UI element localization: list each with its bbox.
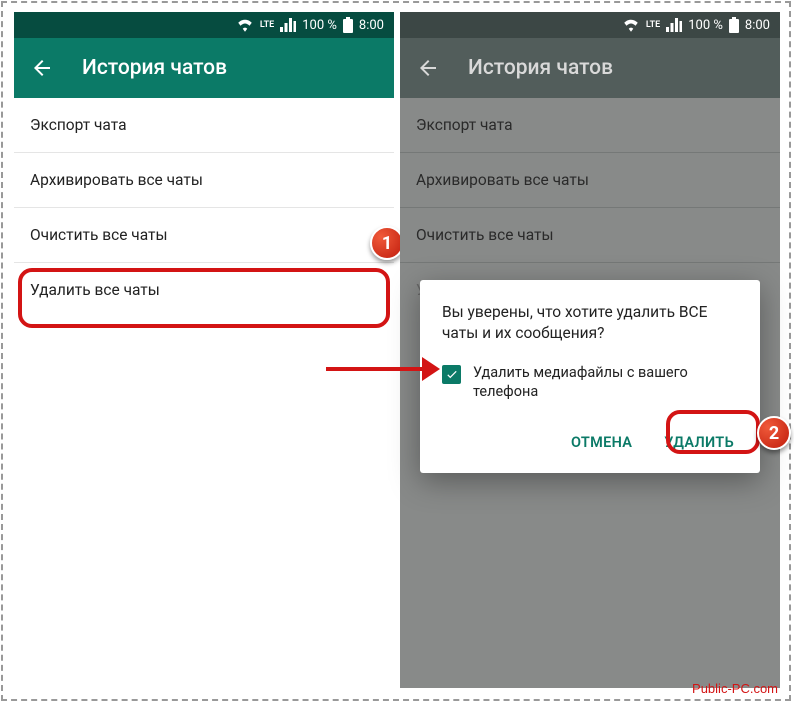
status-bar: LTE 100 % 8:00 (400, 12, 780, 38)
status-bar: LTE 100 % 8:00 (14, 12, 394, 38)
dialog-actions: ОТМЕНА УДАЛИТЬ (442, 420, 738, 465)
signal-icon (280, 18, 296, 32)
menu-clear-all[interactable]: Очистить все чаты (14, 208, 394, 263)
wifi-icon (622, 18, 640, 32)
page-title: История чатов (468, 56, 613, 80)
menu-archive-all: Архивировать все чаты (400, 153, 780, 208)
phone-screenshot-right: LTE 100 % 8:00 История чатов Экспорт чат… (400, 12, 780, 688)
tutorial-arrow (326, 357, 440, 381)
dialog-message: Вы уверены, что хотите удалить ВСЕ чаты … (442, 302, 738, 344)
lte-indicator: LTE (646, 20, 660, 30)
step-marker-2: 2 (757, 416, 791, 450)
delete-button[interactable]: УДАЛИТЬ (660, 426, 738, 459)
battery-icon (343, 17, 353, 33)
signal-icon (666, 18, 682, 32)
check-icon (445, 367, 459, 381)
step-marker-1: 1 (370, 226, 404, 260)
app-bar: История чатов (400, 38, 780, 98)
menu-delete-all[interactable]: Удалить все чаты (14, 263, 394, 317)
dialog-checkbox-row[interactable]: Удалить медиафайлы с вашего телефона (442, 364, 738, 402)
wifi-icon (236, 18, 254, 32)
back-arrow-icon[interactable] (416, 56, 440, 80)
battery-percent: 100 % (302, 18, 337, 33)
cancel-button[interactable]: ОТМЕНА (567, 426, 636, 459)
confirm-dialog: Вы уверены, что хотите удалить ВСЕ чаты … (420, 280, 760, 473)
back-arrow-icon[interactable] (30, 56, 54, 80)
checkbox-label: Удалить медиафайлы с вашего телефона (473, 364, 738, 402)
phone-screenshot-left: LTE 100 % 8:00 История чатов Экспорт чат… (14, 12, 394, 688)
lte-indicator: LTE (260, 20, 274, 30)
page-title: История чатов (82, 56, 227, 80)
clock: 8:00 (359, 18, 384, 33)
menu-export-chat: Экспорт чата (400, 98, 780, 153)
delete-media-checkbox[interactable] (442, 365, 461, 384)
menu-clear-all: Очистить все чаты (400, 208, 780, 263)
clock: 8:00 (745, 18, 770, 33)
menu-export-chat[interactable]: Экспорт чата (14, 98, 394, 153)
battery-icon (729, 17, 739, 33)
watermark: Public-PC.com (692, 681, 778, 696)
menu-archive-all[interactable]: Архивировать все чаты (14, 153, 394, 208)
battery-percent: 100 % (688, 18, 723, 33)
app-bar: История чатов (14, 38, 394, 98)
